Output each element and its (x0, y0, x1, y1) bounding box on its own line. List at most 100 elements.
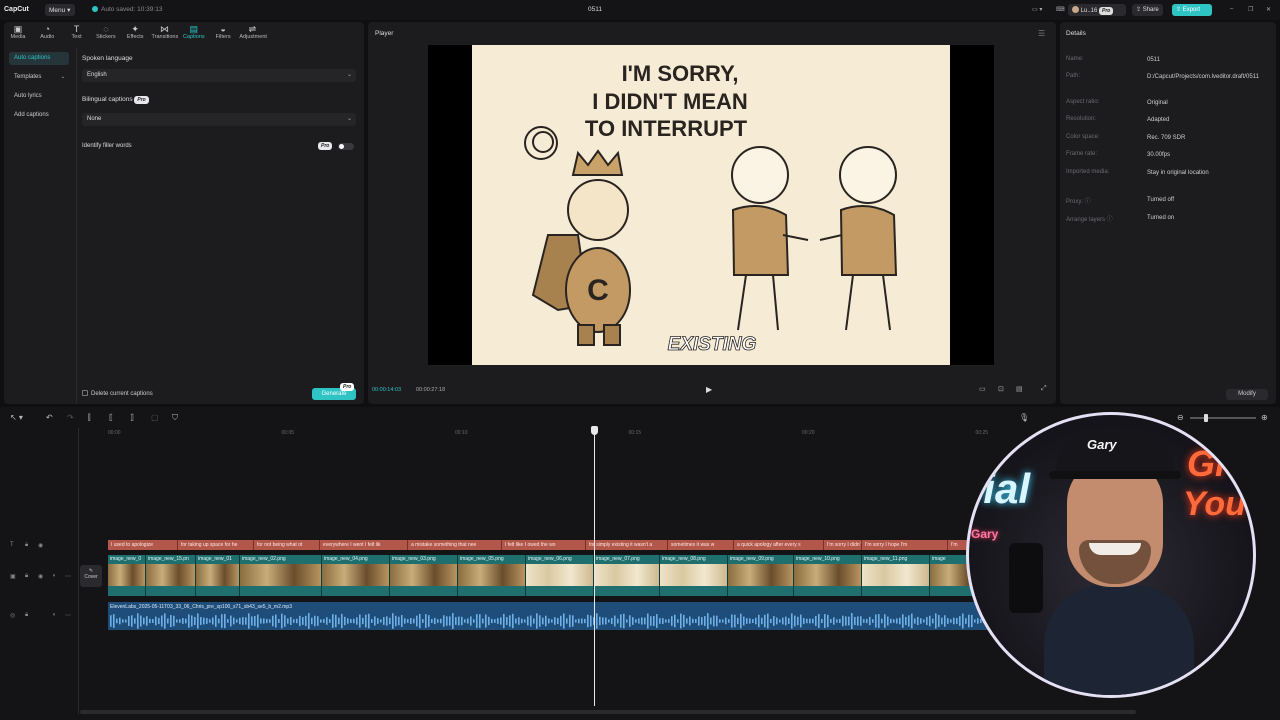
video-clip[interactable]: image_new_08.png (660, 555, 728, 596)
undo-icon[interactable]: ↶ (46, 413, 53, 422)
tab-adjustment[interactable]: ⇌ Adjustment (239, 24, 267, 40)
filters-icon: ◒ (220, 24, 226, 34)
video-clip[interactable]: image_new_01 (196, 555, 240, 596)
zoom-out-icon[interactable]: ⊖ (1177, 413, 1184, 422)
tab-audio[interactable]: ◔ Audio (34, 24, 60, 40)
caption-clip[interactable]: a quick apology after every s (734, 540, 824, 550)
playhead[interactable] (594, 428, 595, 706)
eye-icon[interactable]: ◉ (38, 542, 43, 549)
zoom-slider-handle[interactable] (1204, 414, 1208, 422)
sidebar-item-add-captions[interactable]: Add captions (9, 109, 69, 122)
caption-clip[interactable]: for not being what ot (254, 540, 320, 550)
video-clip[interactable]: image_new_09.png (728, 555, 794, 596)
export-button[interactable]: ⇧ Export (1172, 4, 1212, 16)
split-right-icon[interactable]: ⟧ (130, 413, 134, 422)
caption-clip[interactable]: I'm sorry I hope I'm (862, 540, 948, 550)
waveform-bar (965, 618, 967, 624)
fullscreen-ratio-icon[interactable]: ▭ (979, 385, 986, 393)
tab-media[interactable]: ▣ Media (5, 24, 31, 40)
waveform-bar (266, 618, 268, 624)
select-tool-icon[interactable]: ↖ ▾ (10, 413, 23, 422)
filler-words-toggle[interactable]: Pro (318, 142, 356, 151)
menu-icon[interactable]: ☰ (1038, 29, 1045, 38)
playhead-handle[interactable] (591, 426, 598, 435)
waveform-bar (125, 619, 127, 623)
redo-icon[interactable]: ↷ (67, 413, 74, 422)
video-canvas[interactable]: I'M SORRY, I DIDN'T MEAN TO INTERRUPT C (428, 45, 994, 365)
expand-icon[interactable]: ⤢ (1041, 385, 1047, 393)
video-clip[interactable]: image_new_10.png (794, 555, 862, 596)
caption-clip-text: I used to apologize (111, 542, 153, 548)
microphone-icon[interactable]: 🎙 (1019, 413, 1029, 422)
caption-clip[interactable]: I used to apologize (108, 540, 178, 550)
menu-button[interactable]: Menu ▾ (45, 4, 75, 16)
video-clip[interactable]: image_new_03.png (390, 555, 458, 596)
caption-clip[interactable]: I'm sorry I didn't m (824, 540, 862, 550)
delete-icon[interactable]: ▢ (151, 413, 159, 422)
spoken-language-select[interactable]: English ⌄ (82, 69, 356, 82)
waveform-bar (464, 619, 466, 623)
tab-stickers[interactable]: ◌ Stickers (93, 24, 119, 40)
screenshot-icon[interactable]: ⊡ (998, 385, 1004, 393)
caption-clip[interactable]: sometimes it was w (668, 540, 734, 550)
eye-icon[interactable]: ◉ (38, 573, 43, 580)
tab-captions[interactable]: ▤ Captions (181, 24, 207, 40)
video-clip[interactable]: image_new_05.png (458, 555, 526, 596)
more-icon[interactable]: ⋯ (65, 612, 71, 619)
cover-button[interactable]: ✎ Cover (80, 565, 102, 587)
waveform-bar (833, 617, 835, 625)
play-icon[interactable]: ▶ (706, 385, 712, 394)
caption-clip[interactable]: everywhere I went I felt lik (320, 540, 408, 550)
layout-icon[interactable]: ▭ ▾ (1028, 4, 1046, 16)
bilingual-select[interactable]: None ⌄ (82, 113, 356, 126)
waveform-bar (362, 617, 364, 625)
video-clip[interactable]: image_new_0 (108, 555, 146, 596)
shortcut-icon[interactable]: ⌨ (1052, 4, 1069, 16)
video-clip[interactable]: image_new_11.png (862, 555, 930, 596)
more-icon[interactable]: ⋯ (65, 573, 71, 580)
horizontal-scrollbar[interactable] (80, 710, 1136, 714)
caption-clip[interactable]: a mistake something that nee (408, 540, 502, 550)
caption-clip[interactable]: for taking up space for he (178, 540, 254, 550)
shield-icon[interactable]: ⛉ (172, 413, 178, 423)
lock-icon[interactable]: 🔒︎ (25, 542, 28, 549)
share-button[interactable]: ⇪ Share (1132, 4, 1163, 16)
video-clip[interactable]: image_new_15.pn (146, 555, 196, 596)
caption-clip[interactable]: I felt like I owed the wo (502, 540, 586, 550)
user-menu[interactable]: Lu..16 Pro (1068, 4, 1126, 16)
waveform-bar (692, 618, 694, 624)
split-icon[interactable]: ⫿ (88, 413, 91, 423)
zoom-slider[interactable] (1190, 414, 1256, 422)
sidebar-item-templates[interactable]: Templates ⌄ (9, 71, 69, 84)
ratio-icon[interactable]: ▤ (1016, 385, 1023, 393)
video-clip[interactable]: image_new_02.png (240, 555, 322, 596)
delete-captions-checkbox[interactable]: Delete current captions (82, 390, 153, 397)
audio-toggle-icon[interactable]: ◖ (52, 573, 56, 579)
close-icon[interactable]: ✕ (1262, 4, 1275, 16)
split-left-icon[interactable]: ⟦ (109, 413, 113, 422)
detail-value: Turned off (1147, 197, 1175, 203)
video-clip[interactable]: image_new_07.png (594, 555, 660, 596)
tab-transitions[interactable]: ⋈ Transitions (152, 24, 179, 40)
audio-clip[interactable]: ElevenLabs_2025-05-11T03_33_06_Chris_pre… (108, 602, 988, 630)
sidebar-item-auto-lyrics[interactable]: Auto lyrics (9, 90, 69, 103)
tab-effects[interactable]: ✦ Effects (122, 24, 148, 40)
caption-clip[interactable]: for simply existing it wasn't a (586, 540, 668, 550)
modify-button[interactable]: Modify (1226, 389, 1268, 400)
video-clip[interactable]: image_new_04.png (322, 555, 390, 596)
waveform-bar (797, 616, 799, 626)
video-clip[interactable]: image_new_06.png (526, 555, 594, 596)
zoom-in-icon[interactable]: ⊕ (1261, 413, 1268, 422)
maximize-icon[interactable]: ❐ (1244, 4, 1257, 16)
minimize-icon[interactable]: – (1226, 4, 1237, 16)
tab-text[interactable]: T Text (64, 24, 90, 40)
sidebar-item-auto-captions[interactable]: Auto captions (9, 52, 69, 65)
lock-icon[interactable]: 🔒︎ (25, 612, 28, 619)
pro-badge: Pro (134, 96, 149, 104)
waveform-bar (782, 617, 784, 625)
lock-icon[interactable]: 🔒︎ (25, 573, 28, 580)
video-clip-thumbnail (660, 564, 727, 586)
waveform-bar (902, 614, 904, 628)
tab-filters[interactable]: ◒ Filters (210, 24, 236, 40)
speaker-icon[interactable]: ◖ (52, 612, 56, 618)
